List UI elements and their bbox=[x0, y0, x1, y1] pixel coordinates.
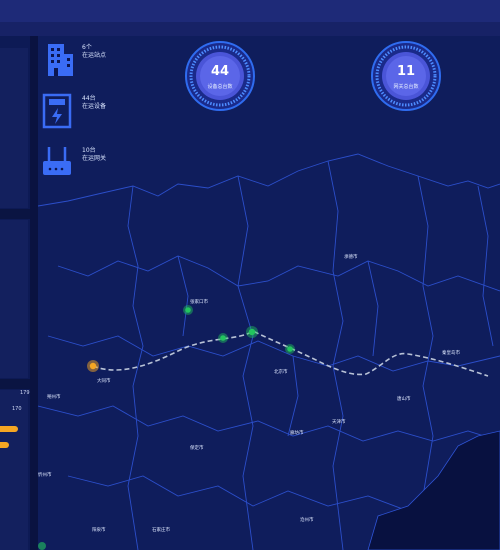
city-label: 大同市 bbox=[97, 379, 111, 384]
left-divider-2 bbox=[0, 379, 30, 389]
stat-label: 在运站点 bbox=[82, 52, 107, 59]
left-sidebar bbox=[0, 36, 30, 550]
city-label: 天津市 bbox=[332, 420, 346, 425]
marker-green-5[interactable] bbox=[38, 542, 46, 550]
marker-green-2[interactable] bbox=[220, 335, 226, 341]
stat-label: 在运网关 bbox=[82, 155, 107, 162]
city-label: 唐山市 bbox=[397, 397, 411, 402]
gauge-gateways: 11 网关总台数 bbox=[370, 40, 442, 112]
gauge-value: 44 bbox=[210, 64, 230, 79]
city-label: 石家庄市 bbox=[152, 528, 170, 533]
city-label: 秦皇岛市 bbox=[442, 351, 460, 356]
sub-header-bar bbox=[0, 22, 500, 37]
city-label: 张家口市 bbox=[190, 300, 208, 305]
charger-icon bbox=[42, 93, 72, 129]
left-panel-2 bbox=[0, 220, 28, 378]
left-panel-3 bbox=[0, 390, 28, 550]
stat-label: 在运设备 bbox=[82, 103, 107, 110]
bar-2 bbox=[0, 442, 9, 448]
bar-1 bbox=[0, 426, 18, 432]
building-icon bbox=[48, 44, 73, 76]
marker-orange[interactable] bbox=[89, 362, 97, 370]
stat-value: 44台 bbox=[82, 95, 96, 102]
bar-2-value: 170 bbox=[12, 406, 22, 412]
gauge-devices: 44 设备总台数 bbox=[184, 40, 256, 112]
router-icon bbox=[43, 147, 71, 175]
city-label: 忻州市 bbox=[38, 473, 52, 478]
city-label: 朔州市 bbox=[47, 395, 61, 400]
top-header-bar bbox=[0, 0, 500, 22]
city-label: 阳泉市 bbox=[92, 528, 106, 533]
map-svg bbox=[38, 153, 500, 550]
bar-1-value: 179 bbox=[20, 390, 30, 396]
map-area[interactable]: 承德市 张家口市 北京市 秦皇岛市 大同市 朔州市 唐山市 天津市 廊坊市 保定… bbox=[38, 36, 500, 550]
left-separator bbox=[30, 36, 38, 550]
marker-green-3[interactable] bbox=[248, 328, 256, 336]
city-label: 沧州市 bbox=[300, 518, 314, 523]
sea-region bbox=[367, 430, 500, 550]
city-label: 廊坊市 bbox=[290, 431, 304, 436]
stat-value: 10台 bbox=[82, 147, 96, 154]
stat-value: 6个 bbox=[82, 44, 92, 51]
city-label: 承德市 bbox=[344, 255, 358, 260]
marker-green-4[interactable] bbox=[287, 346, 293, 352]
marker-green-1[interactable] bbox=[185, 307, 191, 313]
gauge-label: 网关总台数 bbox=[393, 84, 419, 90]
city-label: 北京市 bbox=[274, 370, 288, 375]
gauge-label: 设备总台数 bbox=[207, 84, 233, 90]
city-label: 保定市 bbox=[190, 446, 204, 451]
left-divider-1 bbox=[0, 209, 30, 219]
gauge-value: 11 bbox=[396, 64, 416, 79]
left-panel-1 bbox=[0, 48, 28, 208]
